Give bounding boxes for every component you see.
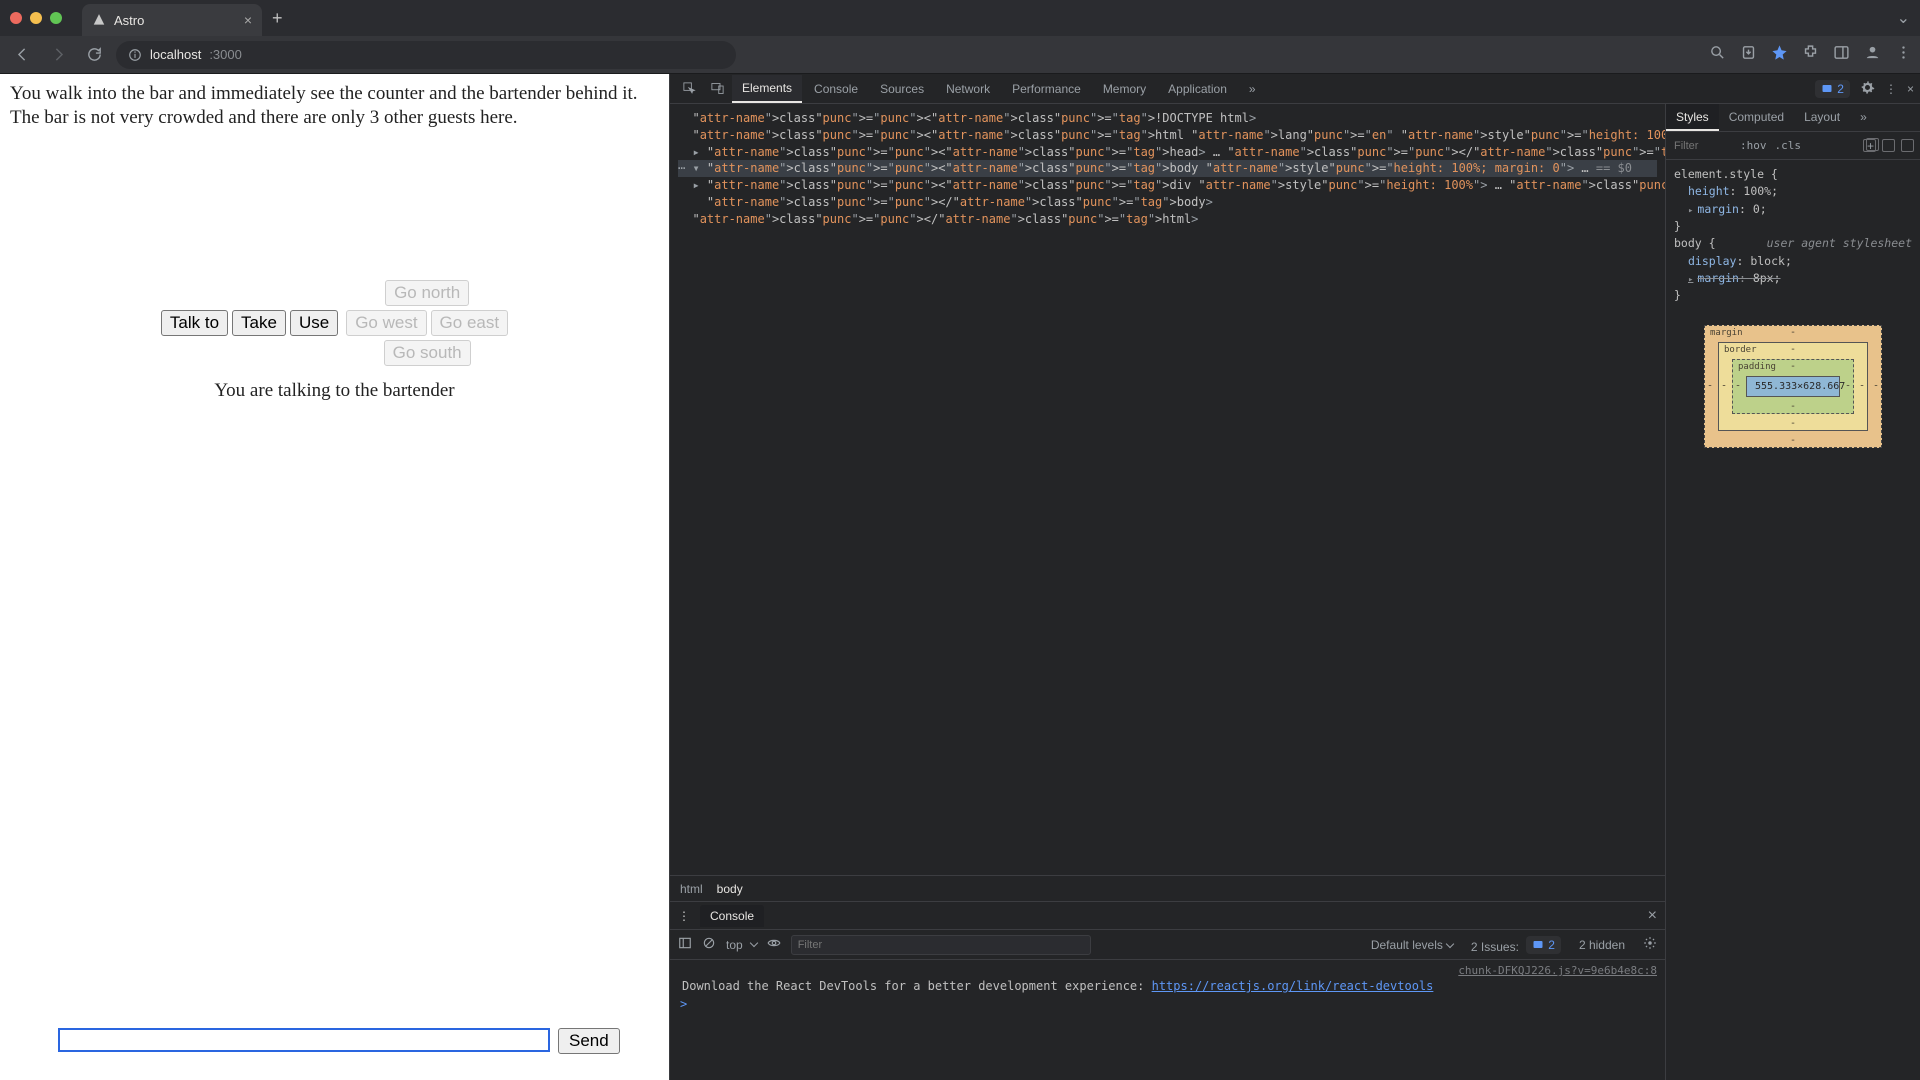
back-button[interactable] [8,41,36,69]
levels-selector[interactable]: Default levels [1371,938,1453,952]
elements-pane: "attr-name">class"punc">="punc"><"attr-n… [670,104,1665,1080]
tab-favicon-icon [92,13,106,27]
tab-elements[interactable]: Elements [732,75,802,103]
hov-toggle[interactable]: :hov [1740,139,1767,152]
clear-console-icon[interactable] [702,936,716,953]
box-model[interactable]: margin - - - - border - - - - [1704,325,1882,448]
zoom-icon[interactable] [1709,44,1726,66]
console-filter-input[interactable] [791,935,1091,955]
browser-tab[interactable]: Astro × [82,4,262,36]
send-button[interactable]: Send [558,1028,620,1054]
console-prompt[interactable]: > [670,995,1665,1013]
status-text: You are talking to the bartender [214,380,454,402]
drawer-tab-console[interactable]: Console [700,905,764,927]
console-drawer: ⋮ Console × top Default levels 2 [670,901,1665,1080]
styles-tab-styles[interactable]: Styles [1666,104,1719,131]
go-east-button[interactable]: Go east [431,310,509,336]
log-link[interactable]: https://reactjs.org/link/react-devtools [1152,979,1434,993]
action-compass: Talk to Take Use Go north Go west Go eas… [161,280,508,366]
direction-column: Go north Go west Go east Go south [346,280,508,366]
style-rules[interactable]: element.style {height: 100%;margin: 0;}b… [1666,160,1920,311]
controls-area: Talk to Take Use Go north Go west Go eas… [0,280,669,1029]
tab-memory[interactable]: Memory [1093,76,1156,102]
profile-icon[interactable] [1864,44,1881,66]
devtools-tabs: Elements Console Sources Network Perform… [670,74,1920,104]
site-info-icon[interactable] [128,48,142,62]
tab-performance[interactable]: Performance [1002,76,1091,102]
issues-badge[interactable]: 2 [1815,80,1850,98]
sidebar-toggle-icon[interactable] [678,936,692,953]
app-page: You walk into the bar and immediately se… [0,74,670,1080]
tab-application[interactable]: Application [1158,76,1237,102]
styles-tab-more-icon[interactable]: » [1850,104,1877,131]
new-style-rule-icon[interactable]: + [1863,139,1876,152]
log-message: Download the React DevTools for a better… [670,977,1665,995]
narrative-text: You walk into the bar and immediately se… [0,74,669,130]
forward-button[interactable] [44,41,72,69]
live-expression-icon[interactable] [767,936,781,953]
inspect-element-icon[interactable] [676,76,702,102]
devtools-panel: Elements Console Sources Network Perform… [670,74,1920,1080]
styles-filter-input[interactable] [1672,139,1732,153]
drawer-menu-icon[interactable]: ⋮ [678,909,690,923]
cls-toggle[interactable]: .cls [1775,139,1802,152]
console-settings-icon[interactable] [1643,936,1657,953]
go-north-button[interactable]: Go north [385,280,469,306]
minimize-window-button[interactable] [30,12,42,24]
nav-toolbar: localhost :3000 [0,36,1920,74]
sidepanel-icon[interactable] [1833,44,1850,66]
drawer-close-icon[interactable]: × [1648,907,1657,925]
styles-pane: Styles Computed Layout » :hov .cls + ele… [1665,104,1920,1080]
use-button[interactable]: Use [290,310,338,336]
window-controls [10,12,62,24]
window-chevron-icon[interactable]: ⌄ [1897,8,1910,28]
styles-tab-computed[interactable]: Computed [1719,104,1794,131]
breadcrumb-item[interactable]: html [680,882,703,896]
workspace: You walk into the bar and immediately se… [0,74,1920,1080]
new-tab-button[interactable]: + [272,8,283,29]
breadcrumb-item[interactable]: body [717,882,743,896]
styles-tab-layout[interactable]: Layout [1794,104,1850,131]
tab-more-icon[interactable]: » [1239,76,1266,102]
extensions-icon[interactable] [1802,44,1819,66]
tab-title: Astro [114,13,144,28]
breadcrumb[interactable]: html body [670,875,1665,901]
styles-pane-icon[interactable] [1882,139,1895,152]
talk-to-button[interactable]: Talk to [161,310,228,336]
maximize-window-button[interactable] [50,12,62,24]
url-port: :3000 [209,47,242,62]
toolbar-actions [1709,44,1912,66]
issues-count: 2 [1837,82,1844,96]
go-south-button[interactable]: Go south [384,340,471,366]
dom-tree[interactable]: "attr-name">class"punc">="punc"><"attr-n… [670,104,1665,875]
log-source[interactable]: chunk-DFKQJ226.js?v=9e6b4e8c:8 [670,964,1665,977]
device-toggle-icon[interactable] [704,76,730,102]
box-model-content: 555.333×628.667 [1746,376,1840,397]
take-button[interactable]: Take [232,310,286,336]
address-bar[interactable]: localhost :3000 [116,41,736,69]
go-west-button[interactable]: Go west [346,310,426,336]
action-row: Talk to Take Use [161,310,338,336]
issues-label[interactable]: 2 Issues: 2 [1471,936,1561,954]
close-window-button[interactable] [10,12,22,24]
menu-icon[interactable] [1895,44,1912,66]
tab-close-icon[interactable]: × [244,12,252,28]
tab-network[interactable]: Network [936,76,1000,102]
bookmark-icon[interactable] [1771,44,1788,66]
devtools-body: "attr-name">class"punc">="punc"><"attr-n… [670,104,1920,1080]
reload-button[interactable] [80,41,108,69]
message-row: Send [0,1028,669,1080]
tab-sources[interactable]: Sources [870,76,934,102]
context-selector[interactable]: top [726,938,757,952]
url-host: localhost [150,47,201,62]
styles-pane-icon[interactable] [1901,139,1914,152]
hidden-count: 2 hidden [1579,938,1625,952]
install-icon[interactable] [1740,44,1757,66]
settings-icon[interactable] [1860,80,1875,98]
message-input[interactable] [58,1028,550,1052]
devtools-close-icon[interactable]: × [1907,82,1914,96]
devtools-menu-icon[interactable]: ⋮ [1885,82,1897,96]
tab-console[interactable]: Console [804,76,868,102]
titlebar: Astro × + ⌄ [0,0,1920,36]
